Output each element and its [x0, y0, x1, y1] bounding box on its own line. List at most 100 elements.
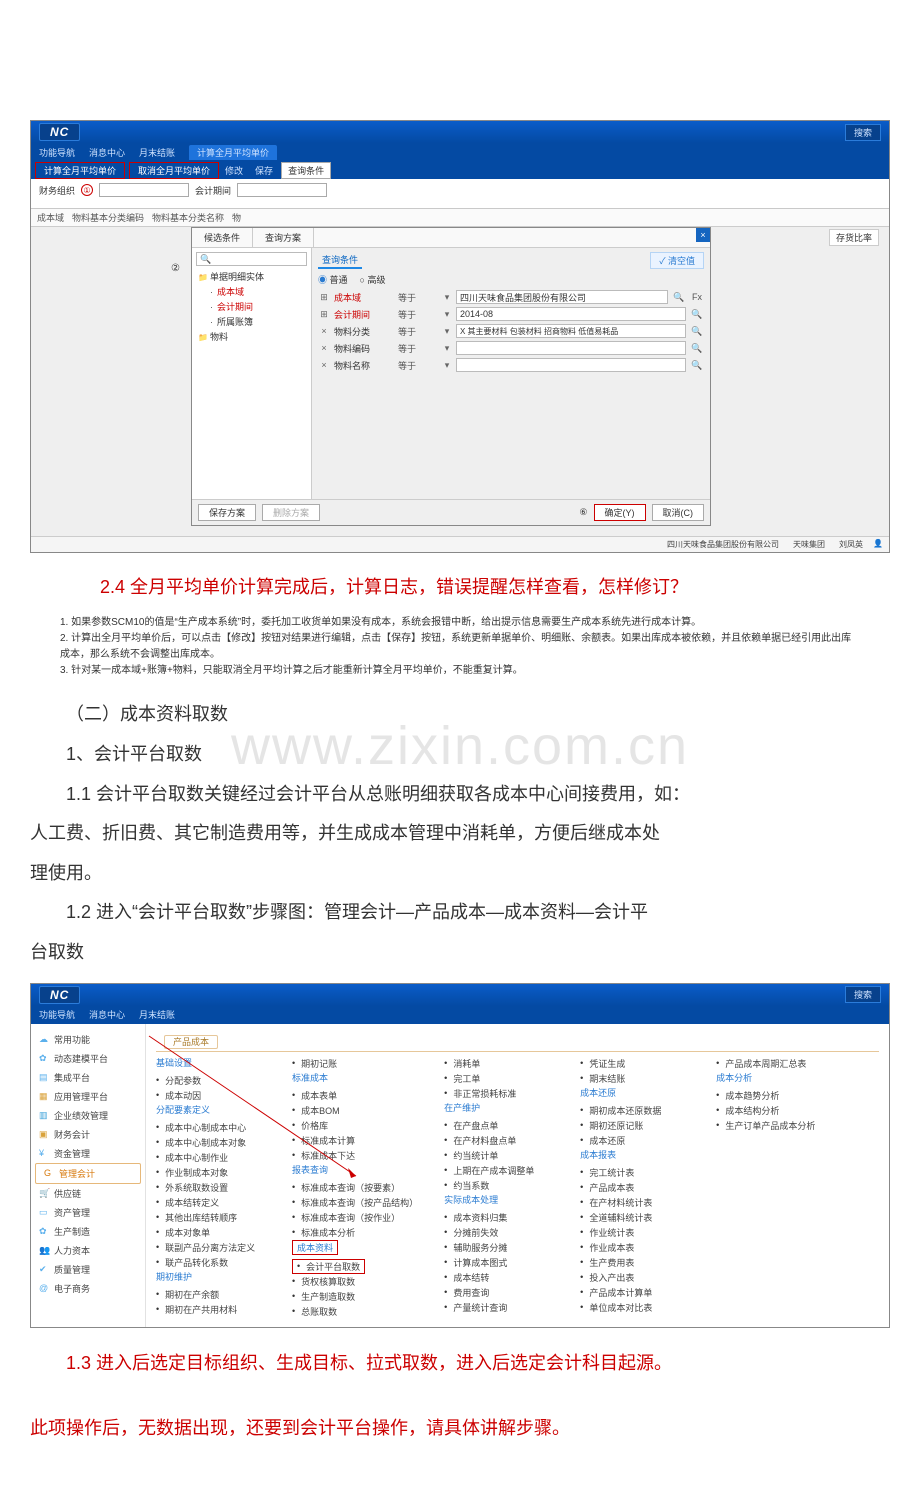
menu-item[interactable]: 货权核算取数	[292, 1274, 418, 1289]
cond-value[interactable]: 四川天味食品集团股份有限公司	[456, 290, 668, 304]
remove-icon[interactable]: ×	[318, 343, 330, 353]
expand-icon[interactable]: ⊞	[318, 309, 330, 320]
sidebar-item-active[interactable]: G管理会计	[35, 1163, 141, 1184]
menu-item[interactable]: 价格库	[292, 1118, 418, 1133]
menu-item[interactable]: 成本中心制成本对象	[156, 1135, 266, 1150]
user-icon[interactable]: 👤	[873, 539, 883, 550]
cond-value[interactable]: X 其主要材料 包装材料 招商物料 低值易耗品	[456, 324, 686, 338]
radio-advanced[interactable]: ○ 高级	[360, 273, 386, 286]
search-icon[interactable]: 🔍	[690, 309, 704, 320]
tab-candidate[interactable]: 候选条件	[192, 228, 253, 247]
tree-material[interactable]: 物料	[196, 329, 307, 344]
menu-item[interactable]: 非正常损耗标准	[444, 1086, 554, 1101]
expand-icon[interactable]: ⊞	[318, 292, 330, 303]
remove-icon[interactable]: ×	[318, 326, 330, 336]
menu-item[interactable]: 消息中心	[89, 146, 125, 159]
sidebar-item[interactable]: 🛒供应链	[31, 1184, 145, 1203]
sidebar-item[interactable]: ▦应用管理平台	[31, 1087, 145, 1106]
menu-item[interactable]: 产品成本计算单	[580, 1285, 690, 1300]
menu-item[interactable]: 月末结账	[139, 146, 175, 159]
menu-item[interactable]: 成本结构分析	[716, 1103, 826, 1118]
menu-item[interactable]: 功能导航	[39, 146, 75, 159]
menu-item[interactable]: 作业统计表	[580, 1225, 690, 1240]
menu-item[interactable]: 标准成本计算	[292, 1133, 418, 1148]
sidebar-item[interactable]: ▣财务会计	[31, 1125, 145, 1144]
tab-scheme[interactable]: 查询方案	[253, 228, 314, 247]
menu-item[interactable]: 上期在产成本调整单	[444, 1163, 554, 1178]
menu-item[interactable]: 完工单	[444, 1071, 554, 1086]
menu-item[interactable]: 标准成本下达	[292, 1148, 418, 1163]
menu-item[interactable]: 投入产出表	[580, 1270, 690, 1285]
cancel-calc-button[interactable]: 取消全月平均单价	[129, 162, 219, 179]
calc-button[interactable]: 计算全月平均单价	[35, 162, 125, 179]
clear-values-button[interactable]: ✓ 清空值	[650, 252, 704, 269]
menu-item[interactable]: 成本还原	[580, 1133, 690, 1148]
cond-value[interactable]	[456, 358, 686, 372]
search-box[interactable]: 搜索	[845, 986, 881, 1003]
menu-item[interactable]: 约当系数	[444, 1178, 554, 1193]
sidebar-item[interactable]: ▥企业绩效管理	[31, 1106, 145, 1125]
close-icon[interactable]: ×	[696, 228, 710, 242]
menu-item[interactable]: 产品成本表	[580, 1180, 690, 1195]
fx-icon[interactable]: Fx	[690, 292, 704, 302]
tab-active[interactable]: 计算全月平均单价	[189, 145, 277, 160]
sidebar-item[interactable]: ▭资产管理	[31, 1203, 145, 1222]
menu-item[interactable]: 期初记账	[292, 1056, 418, 1071]
menu-item[interactable]: 期末结账	[580, 1071, 690, 1086]
menu-item[interactable]: 功能导航	[39, 1008, 75, 1021]
tree-ledger[interactable]: 所属账簿	[208, 314, 307, 329]
search-icon[interactable]: 🔍	[690, 326, 704, 337]
menu-item[interactable]: 成本结转	[444, 1270, 554, 1285]
menu-item[interactable]: 其他出库结转顺序	[156, 1210, 266, 1225]
menu-item[interactable]: 全道辅料统计表	[580, 1210, 690, 1225]
chevron-down-icon[interactable]: ▾	[442, 343, 452, 354]
menu-item[interactable]: 外系统取数设置	[156, 1180, 266, 1195]
sidebar-item[interactable]: ✿生产制造	[31, 1222, 145, 1241]
search-box[interactable]: 搜索	[845, 124, 881, 141]
menu-item[interactable]: 成本动因	[156, 1088, 266, 1103]
sidebar-item[interactable]: ☁常用功能	[31, 1030, 145, 1049]
sidebar-item[interactable]: @电子商务	[31, 1279, 145, 1298]
menu-item[interactable]: 成本结转定义	[156, 1195, 266, 1210]
cond-value[interactable]	[456, 341, 686, 355]
menu-item[interactable]: 计算成本图式	[444, 1255, 554, 1270]
chevron-down-icon[interactable]: ▾	[442, 292, 452, 303]
menu-item[interactable]: 标准成本查询（按要素）	[292, 1180, 418, 1195]
edit-button[interactable]: 修改	[219, 163, 249, 178]
tree-root[interactable]: 单据明细实体	[196, 269, 307, 284]
menu-item[interactable]: 标准成本分析	[292, 1225, 418, 1240]
menu-item[interactable]: 总账取数	[292, 1304, 418, 1319]
menu-item[interactable]: 在产材料盘点单	[444, 1133, 554, 1148]
menu-item[interactable]: 凭证生成	[580, 1056, 690, 1071]
menu-item[interactable]: 分摊前失效	[444, 1225, 554, 1240]
menu-item[interactable]: 完工统计表	[580, 1165, 690, 1180]
menu-item[interactable]: 期初在产余额	[156, 1287, 266, 1302]
delete-scheme-button[interactable]: 删除方案	[262, 504, 320, 521]
breadcrumb-item[interactable]: 产品成本	[164, 1035, 218, 1049]
menu-item[interactable]: 消息中心	[89, 1008, 125, 1021]
menu-item[interactable]: 费用查询	[444, 1285, 554, 1300]
menu-item[interactable]: 联副产品分离方法定义	[156, 1240, 266, 1255]
menu-item[interactable]: 月末结账	[139, 1008, 175, 1021]
search-icon[interactable]: 🔍	[690, 343, 704, 354]
menu-item[interactable]: 成本BOM	[292, 1103, 418, 1118]
ok-button[interactable]: 确定(Y)	[594, 504, 646, 521]
sidebar-item[interactable]: ▤集成平台	[31, 1068, 145, 1087]
menu-item[interactable]: 期初在产共用材料	[156, 1302, 266, 1317]
search-icon[interactable]: 🔍	[690, 360, 704, 371]
menu-item[interactable]: 联产品转化系数	[156, 1255, 266, 1270]
menu-item[interactable]: 作业制成本对象	[156, 1165, 266, 1180]
menu-item[interactable]: 成本表单	[292, 1088, 418, 1103]
menu-item[interactable]: 消耗单	[444, 1056, 554, 1071]
org-input[interactable]	[99, 183, 189, 197]
menu-item[interactable]: 产品成本周期汇总表	[716, 1056, 826, 1071]
chevron-down-icon[interactable]: ▾	[442, 326, 452, 337]
sidebar-item[interactable]: 👥人力资本	[31, 1241, 145, 1260]
cancel-button[interactable]: 取消(C)	[652, 504, 705, 521]
save-scheme-button[interactable]: 保存方案	[198, 504, 256, 521]
query-cond-button[interactable]: 查询条件	[281, 162, 331, 179]
menu-item[interactable]: 成本中心制作业	[156, 1150, 266, 1165]
menu-item-highlight[interactable]: 会计平台取数	[292, 1259, 365, 1274]
save-button[interactable]: 保存	[249, 163, 279, 178]
menu-item[interactable]: 辅助服务分摊	[444, 1240, 554, 1255]
